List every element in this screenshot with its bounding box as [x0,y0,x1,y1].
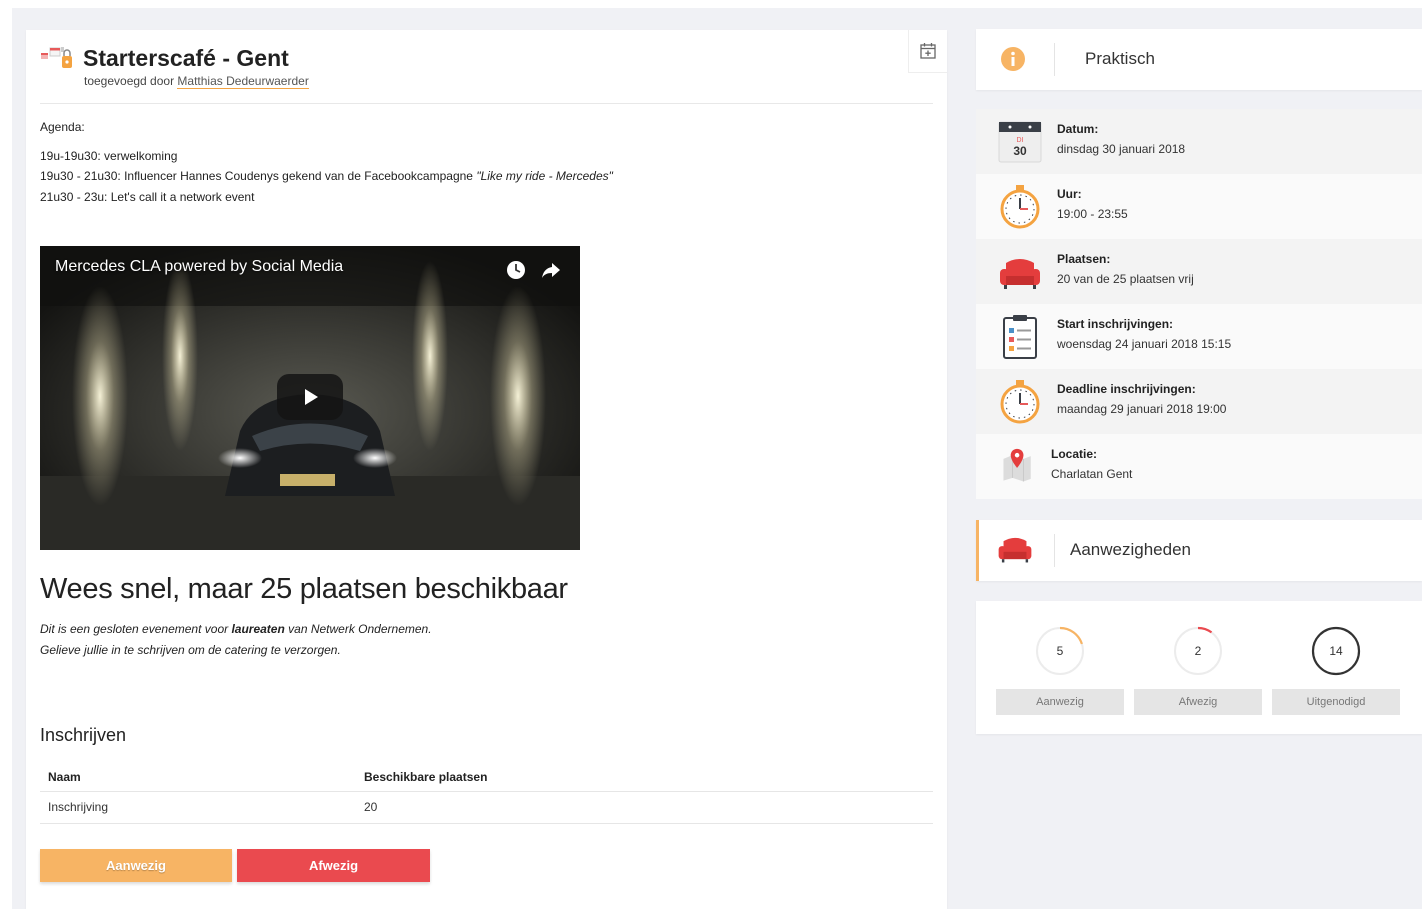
sofa-icon [1000,259,1040,289]
agenda-line-text: 19u-19u30: verwelkoming [40,148,178,163]
practical-title: Praktisch [1085,49,1155,68]
agenda-line: 19u30 - 21u30: Influencer Hannes Coudeny… [40,166,613,187]
stat-label-invited[interactable]: Uitgenodigd [1272,689,1400,715]
info-key: Locatie: [1051,447,1098,461]
event-card: Starterscafé - Gent toegevoegd door Matt… [26,30,947,909]
info-key: Plaatsen: [1057,252,1111,266]
add-to-calendar-button[interactable] [908,30,947,73]
attendance-title: Aanwezigheden [1070,540,1191,559]
header-separator [1054,534,1055,567]
stat-label-present[interactable]: Aanwezig [996,689,1124,715]
agenda-heading: Agenda: [40,120,85,134]
attendance-stats: 5 Aanwezig 2 Afwezig 14 Uitgenodigd [976,601,1422,734]
promo-line: Dit is een gesloten evenement voor laure… [40,619,432,640]
registration-table: Naam Beschikbare plaatsen Inschrijving 2… [40,763,933,824]
agenda-line-text: 19u30 - 21u30: Influencer Hannes Coudeny… [40,169,477,183]
stat-value: 2 [1194,644,1202,658]
calendar-day-abbr: DI [1017,137,1024,144]
stat-value: 5 [1056,644,1064,658]
promo-line: Gelieve jullie in te schrijven om de cat… [40,642,341,657]
promo-text: Dit is een gesloten evenement voor laure… [40,619,432,660]
stat-value: 14 [1329,644,1343,658]
promo-line-part: Dit is een gesloten evenement voor [40,622,232,636]
agenda: Agenda: 19u-19u30: verwelkoming 19u30 - … [40,117,613,207]
stat-label-absent[interactable]: Afwezig [1134,689,1262,715]
calendar-day-number: 30 [1013,144,1027,158]
stat-present: 5 Aanwezig [996,625,1124,715]
stopwatch-icon [1000,185,1040,229]
info-icon [1001,47,1025,71]
table-cell: Inschrijving [40,791,356,824]
practical-info-list: DI 30 Datum: dinsdag 30 januari 2018 Uur… [976,109,1422,499]
calendar-plus-icon [920,43,936,59]
info-value: Charlatan Gent [1051,467,1133,481]
video-title: Mercedes CLA powered by Social Media [55,258,344,275]
promo-line-part: van Netwerk Ondernemen. [284,622,432,636]
stat-invited: 14 Uitgenodigd [1272,625,1400,715]
column-header: Naam [40,763,356,792]
info-value: maandag 29 januari 2018 19:00 [1057,402,1227,416]
top-strip [0,0,1422,8]
event-title: Starterscafé - Gent [83,45,289,71]
practical-header: Praktisch [976,29,1422,90]
event-category-icon [41,47,72,68]
video-player[interactable]: Mercedes CLA powered by Social Media [40,246,580,550]
agenda-line: 19u-19u30: verwelkoming [40,146,613,167]
info-value: 19:00 - 23:55 [1057,207,1128,221]
info-row-time: Uur: 19:00 - 23:55 [976,174,1422,239]
info-value: 20 van de 25 plaatsen vrij [1057,272,1194,286]
left-strip [0,8,12,909]
attendance-header: Aanwezigheden [976,520,1422,581]
header-separator [1054,43,1055,76]
stat-absent: 2 Afwezig [1134,625,1262,715]
sofa-icon [998,537,1032,563]
table-cell: 20 [356,791,933,824]
agenda-line-text: 21u30 - 23u: Let's call it a network eve… [40,189,255,204]
table-row[interactable]: Inschrijving 20 [40,791,933,824]
added-by-prefix: toegevoegd door [84,74,175,88]
info-row-deadline: Deadline inschrijvingen: maandag 29 janu… [976,369,1422,434]
header-divider [40,103,933,104]
registration-title: Inschrijven [40,725,127,745]
agenda-line-emphasis: "Like my ride - Mercedes" [476,169,613,183]
agenda-line: 21u30 - 23u: Let's call it a network eve… [40,187,613,208]
calendar-icon: DI 30 [998,121,1042,163]
info-key: Datum: [1057,122,1099,136]
stopwatch-icon [1000,380,1040,424]
info-row-date: DI 30 Datum: dinsdag 30 januari 2018 [976,109,1422,174]
watch-later-icon[interactable] [505,259,527,281]
info-key: Uur: [1057,187,1082,201]
table-header-row: Naam Beschikbare plaatsen [40,763,933,792]
checklist-icon [1003,315,1037,359]
event-added-by: toegevoegd door Matthias Dedeurwaerder [84,74,309,89]
promo-line-bold: laureaten [231,622,285,636]
info-row-registration-start: Start inschrijvingen: woensdag 24 januar… [976,304,1422,369]
map-pin-icon [1003,448,1031,482]
absent-button[interactable]: Afwezig [237,849,430,882]
info-key: Start inschrijvingen: [1057,317,1174,331]
share-icon[interactable] [540,259,562,281]
added-by-link[interactable]: Matthias Dedeurwaerder [177,74,309,89]
info-value: dinsdag 30 januari 2018 [1057,142,1186,156]
promo-heading: Wees snel, maar 25 plaatsen beschikbaar [40,573,568,605]
present-button[interactable]: Aanwezig [40,849,232,882]
info-key: Deadline inschrijvingen: [1057,382,1196,396]
column-header: Beschikbare plaatsen [356,763,933,792]
info-value: woensdag 24 januari 2018 15:15 [1057,337,1232,351]
info-row-places: Plaatsen: 20 van de 25 plaatsen vrij [976,239,1422,304]
info-row-location: Locatie: Charlatan Gent [976,434,1422,499]
play-icon [305,389,318,405]
play-button[interactable] [277,374,343,420]
